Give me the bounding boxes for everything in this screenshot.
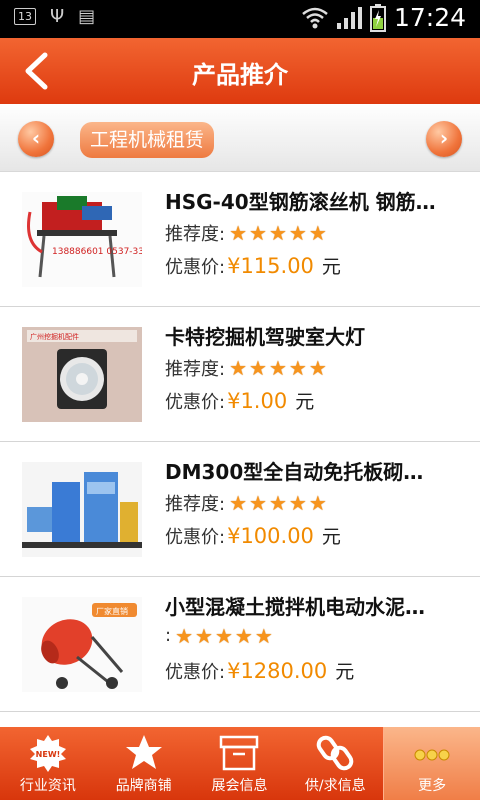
thumb-text-4: 厂家直销 (96, 606, 128, 616)
star-icon: ★ (288, 491, 307, 515)
star-icon: ★ (234, 623, 253, 648)
usb-icon: Ψ (50, 6, 65, 27)
battery-icon (369, 3, 386, 32)
nav-label: 品牌商铺 (115, 778, 172, 794)
category-tab[interactable]: 工程机械租赁 (80, 122, 215, 158)
star-icon: ★ (249, 491, 267, 515)
rating-stars: ★ ★ ★ ★ ★ (229, 493, 327, 513)
price-unit: 元 (321, 526, 341, 548)
product-name: HSG-40型钢筋滚丝机 钢筋… (165, 190, 436, 214)
price-unit: 元 (295, 391, 315, 413)
nav-item-industry-news[interactable]: NEW! 行业资讯 (0, 727, 96, 800)
recommend-label: 推荐度: (165, 359, 226, 380)
price-label: 优惠价: (165, 392, 226, 413)
star-icon: ★ (308, 491, 327, 515)
star-icon: ★ (249, 221, 267, 245)
rating-stars: ★ ★ ★ ★ ★ (229, 358, 327, 378)
star-icon: ★ (214, 623, 233, 648)
nav-label: 更多 (418, 778, 447, 794)
news-badge-icon: NEW! (29, 735, 66, 772)
star-icon: ★ (249, 356, 267, 380)
recommend-row: 推荐度: ★ ★ ★ ★ ★ (165, 355, 327, 381)
title-bar: 产品推介 (0, 38, 480, 104)
star-icon: ★ (288, 221, 307, 245)
notification-badge: 13 (14, 8, 36, 25)
product-image: 厂家直销 (22, 597, 142, 692)
document-icon: ▤ (78, 6, 96, 27)
nav-item-more[interactable]: 更多 (383, 727, 480, 800)
star-icon: ★ (268, 491, 287, 515)
star-icon: ★ (288, 356, 307, 380)
product-item[interactable]: 广州挖掘机配件 卡特挖掘机驾驶室大灯 推荐度: ★ ★ ★ ★ ★ 优惠价:¥1.00 元 (0, 307, 480, 442)
new-badge-text: NEW! (36, 750, 61, 759)
product-item[interactable]: 138886601 0537-338 HSG-40型钢筋滚丝机 钢筋… 推荐度:… (0, 172, 480, 307)
price-label: 优惠价: (165, 662, 226, 683)
nav-item-supply-demand[interactable]: 供/求信息 (287, 727, 383, 800)
product-item[interactable]: DM300型全自动免托板砌… 推荐度: ★ ★ ★ ★ ★ 优惠价:¥100.00 元 (0, 442, 480, 577)
next-category-button[interactable]: › (426, 121, 462, 157)
price-unit: 元 (321, 256, 341, 278)
price-row: 优惠价:¥1280.00 元 (165, 657, 354, 684)
nav-label: 行业资讯 (19, 778, 76, 794)
price-value: ¥100.00 (227, 524, 314, 548)
star-icon: ★ (229, 491, 248, 515)
nav-label: 展会信息 (211, 778, 268, 794)
rating-stars: ★ ★ ★ ★ ★ (229, 223, 327, 243)
recommend-row: 推荐度: ★ ★ ★ ★ ★ (165, 490, 327, 516)
star-burst-icon (125, 735, 162, 769)
price-value: ¥115.00 (227, 254, 314, 278)
price-label: 优惠价: (165, 527, 226, 548)
recommend-row: 推荐度: ★ ★ ★ ★ ★ (165, 220, 327, 246)
nav-item-exhibitions[interactable]: 展会信息 (192, 727, 288, 800)
star-icon: ★ (268, 356, 287, 380)
price-value: ¥1.00 (227, 389, 288, 413)
page-title: 产品推介 (192, 61, 288, 89)
signal-icon (336, 6, 362, 29)
rating-stars: ★ ★ ★ ★ ★ (175, 626, 273, 646)
more-dots-icon (414, 749, 450, 761)
recommend-label: : (165, 625, 172, 646)
chevron-right-icon: › (439, 126, 449, 150)
product-image: 广州挖掘机配件 (22, 327, 142, 422)
prev-category-button[interactable]: ‹ (18, 121, 54, 157)
bottom-nav: NEW! 行业资讯 品牌商铺 展会信息 供/求信息 更多 (0, 727, 480, 800)
product-name: 卡特挖掘机驾驶室大灯 (165, 325, 365, 349)
thumb-text-1: 138886601 0537-338 (52, 247, 142, 257)
box-icon (220, 735, 259, 771)
nav-label: 供/求信息 (304, 778, 366, 794)
product-item[interactable]: 厂家直销 小型混凝土搅拌机电动水泥… : ★ ★ ★ ★ ★ 优惠价:¥1280.00 元 (0, 577, 480, 712)
wifi-icon (302, 7, 328, 28)
star-icon: ★ (308, 221, 327, 245)
price-unit: 元 (335, 661, 355, 683)
price-row: 优惠价:¥100.00 元 (165, 522, 341, 549)
nav-item-brand-shops[interactable]: 品牌商铺 (96, 727, 192, 800)
star-icon: ★ (254, 623, 273, 648)
recommend-label: 推荐度: (165, 224, 226, 245)
product-list: 138886601 0537-338 HSG-40型钢筋滚丝机 钢筋… 推荐度:… (0, 172, 480, 712)
star-icon: ★ (229, 221, 248, 245)
product-image (22, 462, 142, 557)
clock: 17:24 (393, 3, 466, 32)
price-value: ¥1280.00 (227, 659, 328, 683)
price-label: 优惠价: (165, 257, 226, 278)
star-icon: ★ (308, 356, 327, 380)
product-image: 138886601 0537-338 (22, 192, 142, 287)
chevron-left-icon: ‹ (31, 126, 41, 150)
star-icon: ★ (229, 356, 248, 380)
thumb-text-2: 广州挖掘机配件 (30, 332, 79, 341)
recommend-row: : ★ ★ ★ ★ ★ (165, 625, 273, 646)
price-row: 优惠价:¥1.00 元 (165, 387, 314, 414)
star-icon: ★ (195, 623, 213, 648)
category-bar: ‹ 工程机械租赁 › (0, 104, 480, 172)
product-name: 小型混凝土搅拌机电动水泥… (165, 595, 425, 619)
price-row: 优惠价:¥115.00 元 (165, 252, 341, 279)
recommend-label: 推荐度: (165, 494, 226, 515)
status-bar: 13 Ψ ▤ 17:24 (0, 0, 480, 38)
star-icon: ★ (268, 221, 287, 245)
product-name: DM300型全自动免托板砌… (165, 460, 424, 484)
star-icon: ★ (175, 623, 194, 648)
link-icon (316, 735, 354, 771)
